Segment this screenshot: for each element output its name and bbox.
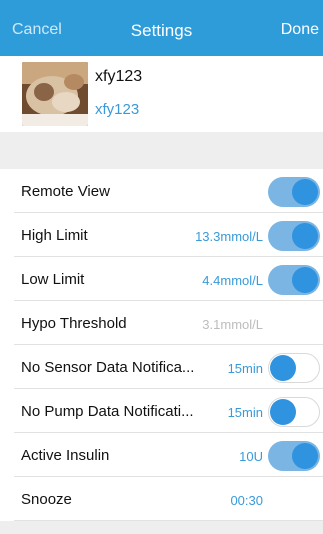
section-separator (0, 132, 323, 169)
navigation-bar: Cancel Settings Done (0, 0, 323, 56)
toggle-knob (292, 443, 318, 469)
toggle-knob (292, 223, 318, 249)
profile-section[interactable]: xfy123 xfy123 (0, 56, 323, 132)
section-separator (0, 521, 323, 534)
high-limit-toggle[interactable] (268, 221, 320, 251)
row-label: No Pump Data Notificati... (21, 403, 194, 420)
row-active-insulin[interactable]: Active Insulin 10U (0, 433, 323, 477)
no-sensor-data-toggle[interactable] (268, 353, 320, 383)
page-title: Settings (130, 21, 193, 40)
row-label: Remote View (21, 183, 110, 200)
row-label: Hypo Threshold (21, 315, 127, 332)
done-button[interactable]: Done (281, 21, 319, 39)
row-high-limit[interactable]: High Limit 13.3mmol/L (0, 213, 323, 257)
row-label: High Limit (21, 227, 88, 244)
high-limit-value: 13.3mmol/L (195, 229, 263, 244)
profile-name: xfy123 (95, 68, 143, 85)
toggle-knob (292, 267, 318, 293)
active-insulin-toggle[interactable] (268, 441, 320, 471)
remote-view-toggle[interactable] (268, 177, 320, 207)
row-remote-view[interactable]: Remote View (0, 169, 323, 213)
low-limit-toggle[interactable] (268, 265, 320, 295)
active-insulin-value: 10U (239, 449, 263, 464)
no-sensor-data-value: 15min (227, 361, 263, 376)
avatar (22, 62, 88, 126)
profile-subtitle: xfy123 (95, 101, 140, 118)
row-no-sensor-data[interactable]: No Sensor Data Notifica... 15min (0, 345, 323, 389)
snooze-value: 00:30 (230, 493, 263, 508)
row-no-pump-data[interactable]: No Pump Data Notificati... 15min (0, 389, 323, 433)
no-pump-data-toggle[interactable] (268, 397, 320, 427)
row-label: Snooze (21, 491, 72, 508)
row-label: Active Insulin (21, 447, 110, 464)
avatar-photo (22, 62, 88, 126)
row-low-limit[interactable]: Low Limit 4.4mmol/L (0, 257, 323, 301)
no-pump-data-value: 15min (227, 405, 263, 420)
settings-list: Remote View High Limit 13.3mmol/L Low Li… (0, 169, 323, 521)
toggle-knob (270, 399, 296, 425)
row-label: No Sensor Data Notifica... (21, 359, 195, 376)
toggle-knob (270, 355, 296, 381)
row-hypo-threshold[interactable]: Hypo Threshold 3.1mmol/L (0, 301, 323, 345)
row-snooze[interactable]: Snooze 00:30 (0, 477, 323, 521)
hypo-threshold-value: 3.1mmol/L (202, 317, 263, 332)
low-limit-value: 4.4mmol/L (202, 273, 263, 288)
toggle-knob (292, 179, 318, 205)
row-label: Low Limit (21, 271, 85, 288)
